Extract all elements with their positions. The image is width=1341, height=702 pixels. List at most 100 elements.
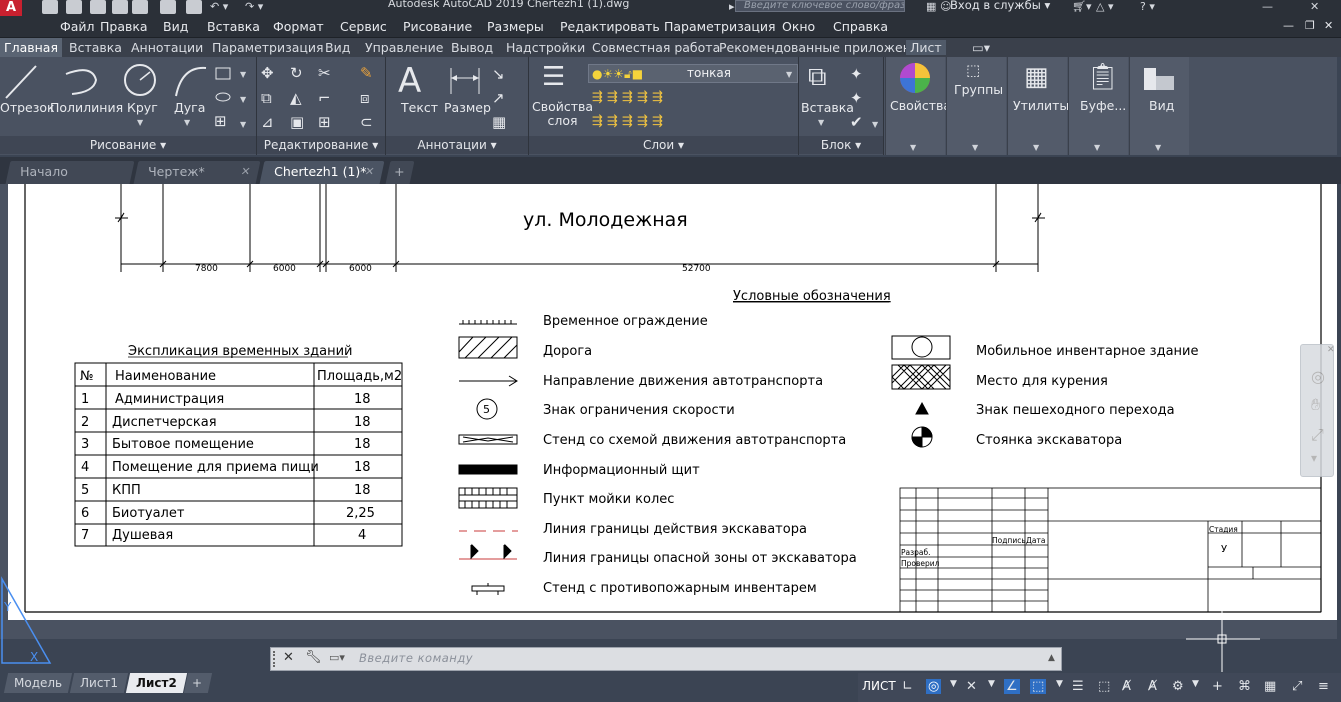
selection-cycling-icon[interactable]: ⬚ [1098, 679, 1110, 694]
tab-model[interactable]: Модель [3, 673, 73, 693]
draw-panel-title[interactable]: Рисование ▾ [0, 136, 256, 154]
new-file-icon[interactable] [42, 0, 58, 14]
menu-help[interactable]: Справка [833, 19, 888, 34]
edit-block-icon[interactable]: ✦ [850, 90, 863, 106]
fillet-icon[interactable]: ⌐ [318, 90, 331, 106]
tab-drawing[interactable]: Чертеж* ✕ [133, 161, 261, 184]
insert-dropdown-icon[interactable]: ▼ [818, 118, 824, 127]
dynamic-ucs-icon[interactable]: ⬚ [1030, 679, 1047, 694]
menu-file[interactable]: Файл [60, 19, 95, 34]
ribbon-toggle-icon[interactable]: ▭▾ [968, 40, 994, 55]
stretch-icon[interactable]: ⊿ [261, 114, 274, 130]
tab-start[interactable]: Начало [5, 161, 135, 184]
workspace-dropdown-icon[interactable]: ▼ [1192, 679, 1199, 689]
rect-dropdown-icon[interactable]: ▼ [240, 70, 246, 79]
clipboard-dropdown-icon[interactable]: ▼ [1094, 143, 1100, 152]
tab-annotate[interactable]: Аннотации [127, 40, 207, 55]
doc-minimize-icon[interactable]: — [1283, 19, 1294, 32]
tab-view[interactable]: Вид [321, 40, 354, 55]
menu-tools[interactable]: Сервис [340, 19, 387, 34]
leader-2-icon[interactable]: ↗ [492, 90, 505, 106]
view-dropdown-icon[interactable]: ▼ [1155, 143, 1161, 152]
copy-icon[interactable]: ⧉ [261, 90, 272, 106]
save-as-icon[interactable] [112, 0, 128, 14]
tab-collaborate[interactable]: Совместная работа [588, 40, 724, 55]
tab-output[interactable]: Вывод [447, 40, 497, 55]
redo-icon[interactable]: ↷ ▾ [245, 0, 263, 13]
polyline-button[interactable]: Полилиния [50, 100, 123, 115]
properties-dropdown-icon[interactable]: ▼ [910, 143, 916, 152]
hatch-icon[interactable]: ⊞ [214, 113, 227, 129]
plot-icon[interactable] [186, 0, 202, 14]
layer-tools-row1-icon[interactable]: ⇶ ⇶ ⇶ ⇶ ⇶ [592, 90, 663, 106]
command-history-icon[interactable]: ▲ [1048, 653, 1055, 663]
scale-icon[interactable]: ▣ [290, 114, 304, 130]
layer-properties-button[interactable]: Свойства слоя [532, 100, 593, 128]
search-expand-icon[interactable]: ▸ [729, 0, 735, 13]
leader-icon[interactable]: ↘ [492, 66, 505, 82]
selection-dropdown-icon[interactable]: ▼ [1056, 679, 1063, 689]
hatch-dropdown-icon[interactable]: ▼ [240, 120, 246, 129]
help-icon[interactable]: ? ▾ [1140, 0, 1155, 13]
ellipse-dropdown-icon[interactable]: ▼ [240, 95, 246, 104]
close-icon[interactable]: ✕ [1310, 0, 1319, 13]
ortho-icon[interactable]: ◎ [926, 679, 942, 694]
drag-handle[interactable] [273, 651, 277, 667]
arc-button[interactable]: Дуга [174, 100, 205, 115]
menu-format[interactable]: Формат [273, 19, 324, 34]
tab-manage[interactable]: Управление [361, 40, 447, 55]
circle-dropdown-icon[interactable]: ▼ [137, 118, 143, 127]
annotation-scale-icon[interactable]: Ⱥ [1122, 679, 1131, 694]
insert-block-icon[interactable]: ⧉ [808, 64, 827, 90]
open-file-icon[interactable] [66, 0, 82, 14]
add-icon[interactable]: + [1212, 679, 1223, 694]
text-button[interactable]: Текст [401, 100, 438, 115]
dimension-button[interactable]: Размер [444, 100, 491, 115]
settings-icon[interactable]: ⚙ [1172, 679, 1184, 694]
menu-dimension[interactable]: Размеры [487, 19, 544, 34]
customize-status-icon[interactable]: ≡ [1318, 679, 1329, 694]
minimize-icon[interactable]: — [1262, 0, 1273, 13]
menu-insert[interactable]: Вставка [207, 19, 260, 34]
tab-featured-apps[interactable]: Рекомендованные приложения [715, 40, 931, 55]
move-icon[interactable]: ✥ [261, 65, 274, 81]
tab-chertezh[interactable]: Chertezh1 (1)* ✕ [259, 161, 385, 184]
customize-icon[interactable]: 🔧︎ [305, 650, 322, 665]
tab-layout1[interactable]: Лист1 [69, 673, 129, 693]
arc-dropdown-icon[interactable]: ▼ [184, 118, 190, 127]
hardware-acceleration-icon[interactable]: ▦ [1264, 679, 1276, 694]
paper-sheet[interactable]: ул. Молодежная 7800 6000 6000 52700 Усло… [8, 184, 1337, 620]
tab-addins[interactable]: Надстройки [502, 40, 589, 55]
menu-parametric[interactable]: Параметризация [664, 19, 776, 34]
circle-button[interactable]: Круг [127, 100, 158, 115]
tab-layout[interactable]: Лист [906, 40, 946, 55]
nav-close-icon[interactable]: ✕ [1327, 345, 1335, 355]
command-prompt-icon[interactable]: ▭▾ [329, 651, 345, 664]
command-line[interactable]: ✕ 🔧︎ ▭▾ Введите команду ▲ [270, 647, 1062, 671]
zoom-dropdown-icon[interactable]: ▾ [1311, 451, 1317, 465]
search-input[interactable]: Введите ключевое слово/фразу [735, 0, 905, 12]
text-icon[interactable]: A [398, 64, 421, 98]
array-icon[interactable]: ⊞ [318, 114, 331, 130]
tab-home[interactable]: Главная [0, 38, 62, 57]
a360-icon[interactable]: △ ▾ [1096, 0, 1113, 13]
osnap-icon[interactable]: ✕ [966, 679, 977, 694]
lineweight-icon[interactable]: ☰ [1072, 679, 1084, 694]
cart-icon[interactable]: 🛒︎▾ [1072, 0, 1092, 13]
menu-window[interactable]: Окно [782, 19, 815, 34]
save-web-icon[interactable] [160, 0, 176, 14]
layers-panel-title[interactable]: Слои ▾ [529, 136, 798, 154]
save-icon[interactable] [90, 0, 106, 14]
trim-icon[interactable]: ✂ [318, 65, 331, 81]
add-layout-button[interactable]: + [183, 673, 213, 693]
isolate-icon[interactable]: ⌘ [1238, 679, 1251, 694]
menu-modify[interactable]: Редактировать [560, 19, 660, 34]
tab-insert[interactable]: Вставка [65, 40, 126, 55]
dimension-icon[interactable] [447, 64, 483, 98]
otrack-icon[interactable]: ∠ [1004, 679, 1020, 694]
menu-edit[interactable]: Правка [100, 19, 148, 34]
polar-dropdown-icon[interactable]: ▼ [950, 679, 957, 689]
mirror-icon[interactable]: ◭ [290, 90, 302, 106]
clean-screen-icon[interactable]: ⤢ [1292, 679, 1302, 694]
layer-dropdown-icon[interactable]: ▼ [786, 70, 792, 79]
